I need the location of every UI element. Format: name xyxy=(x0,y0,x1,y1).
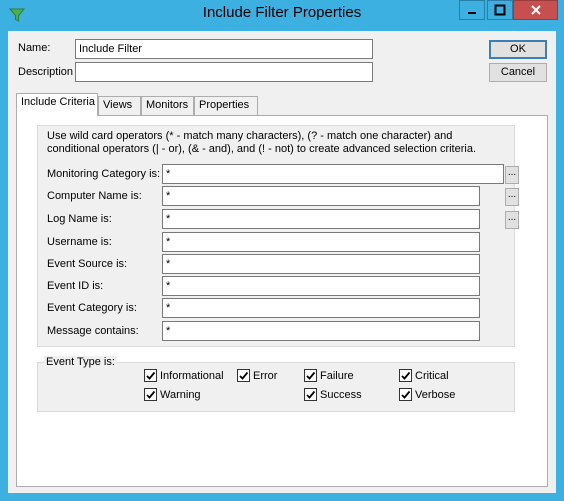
warning-checkbox[interactable]: Warning xyxy=(144,388,201,401)
critical-label: Critical xyxy=(415,369,449,382)
include-criteria-panel: Use wild card operators (* - match many … xyxy=(16,115,548,487)
event-category-input[interactable]: * xyxy=(162,298,480,318)
name-label: Name: xyxy=(18,42,51,54)
informational-label: Informational xyxy=(160,369,224,382)
log-name-label: Log Name is: xyxy=(47,213,112,225)
computer-name-browse-button[interactable]: ... xyxy=(505,188,519,206)
computer-name-label: Computer Name is: xyxy=(47,190,142,202)
success-label: Success xyxy=(320,388,362,401)
dialog-body: Name: Include Filter Description OK Canc… xyxy=(8,31,556,493)
criteria-description: Use wild card operators (* - match many … xyxy=(47,130,476,155)
monitoring-category-input[interactable]: * xyxy=(162,164,504,184)
informational-checkbox[interactable]: Informational xyxy=(144,369,224,382)
ok-button[interactable]: OK xyxy=(489,40,547,59)
error-checkbox[interactable]: Error xyxy=(237,369,277,382)
tab-properties[interactable]: Properties xyxy=(194,96,258,115)
minimize-button[interactable] xyxy=(459,0,485,20)
tab-views[interactable]: Views xyxy=(98,96,141,115)
dialog-window: Include Filter Properties Name: Include … xyxy=(0,0,564,501)
failure-label: Failure xyxy=(320,369,354,382)
monitoring-category-label: Monitoring Category is: xyxy=(47,168,161,180)
checkmark-icon xyxy=(144,388,157,401)
tab-include-criteria[interactable]: Include Criteria xyxy=(16,93,98,116)
warning-label: Warning xyxy=(160,388,201,401)
checkmark-icon xyxy=(237,369,250,382)
message-contains-label: Message contains: xyxy=(47,325,139,337)
tab-monitors[interactable]: Monitors xyxy=(141,96,194,115)
log-name-browse-button[interactable]: ... xyxy=(505,211,519,229)
event-source-input[interactable]: * xyxy=(162,254,480,274)
description-label: Description xyxy=(18,66,74,78)
username-input[interactable]: * xyxy=(162,232,480,252)
event-category-label: Event Category is: xyxy=(47,302,137,314)
description-input[interactable] xyxy=(75,62,373,82)
failure-checkbox[interactable]: Failure xyxy=(304,369,354,382)
checkmark-icon xyxy=(144,369,157,382)
error-label: Error xyxy=(253,369,278,382)
computer-name-input[interactable]: * xyxy=(162,186,480,206)
checkmark-icon xyxy=(304,388,317,401)
username-label: Username is: xyxy=(47,236,112,248)
event-type-group: Event Type is: Informational Error Failu… xyxy=(37,356,515,412)
checkmark-icon xyxy=(399,388,412,401)
checkmark-icon xyxy=(399,369,412,382)
critical-checkbox[interactable]: Critical xyxy=(399,369,449,382)
title-bar[interactable]: Include Filter Properties xyxy=(0,0,564,30)
success-checkbox[interactable]: Success xyxy=(304,388,362,401)
cancel-button[interactable]: Cancel xyxy=(489,63,547,82)
checkmark-icon xyxy=(304,369,317,382)
verbose-label: Verbose xyxy=(415,388,456,401)
close-button[interactable] xyxy=(513,0,558,20)
criteria-group: Use wild card operators (* - match many … xyxy=(37,125,519,347)
name-input[interactable]: Include Filter xyxy=(75,39,373,59)
verbose-checkbox[interactable]: Verbose xyxy=(399,388,455,401)
event-type-label: Event Type is: xyxy=(44,356,117,368)
event-id-label: Event ID is: xyxy=(47,280,104,292)
close-icon xyxy=(530,5,541,15)
maximize-icon xyxy=(494,4,506,16)
event-id-input[interactable]: * xyxy=(162,276,480,296)
log-name-input[interactable]: * xyxy=(162,209,480,229)
minimize-icon xyxy=(468,12,476,14)
event-source-label: Event Source is: xyxy=(47,258,128,270)
maximize-button[interactable] xyxy=(487,0,513,20)
monitoring-category-browse-button[interactable]: ... xyxy=(505,166,519,184)
message-contains-input[interactable]: * xyxy=(162,321,480,341)
